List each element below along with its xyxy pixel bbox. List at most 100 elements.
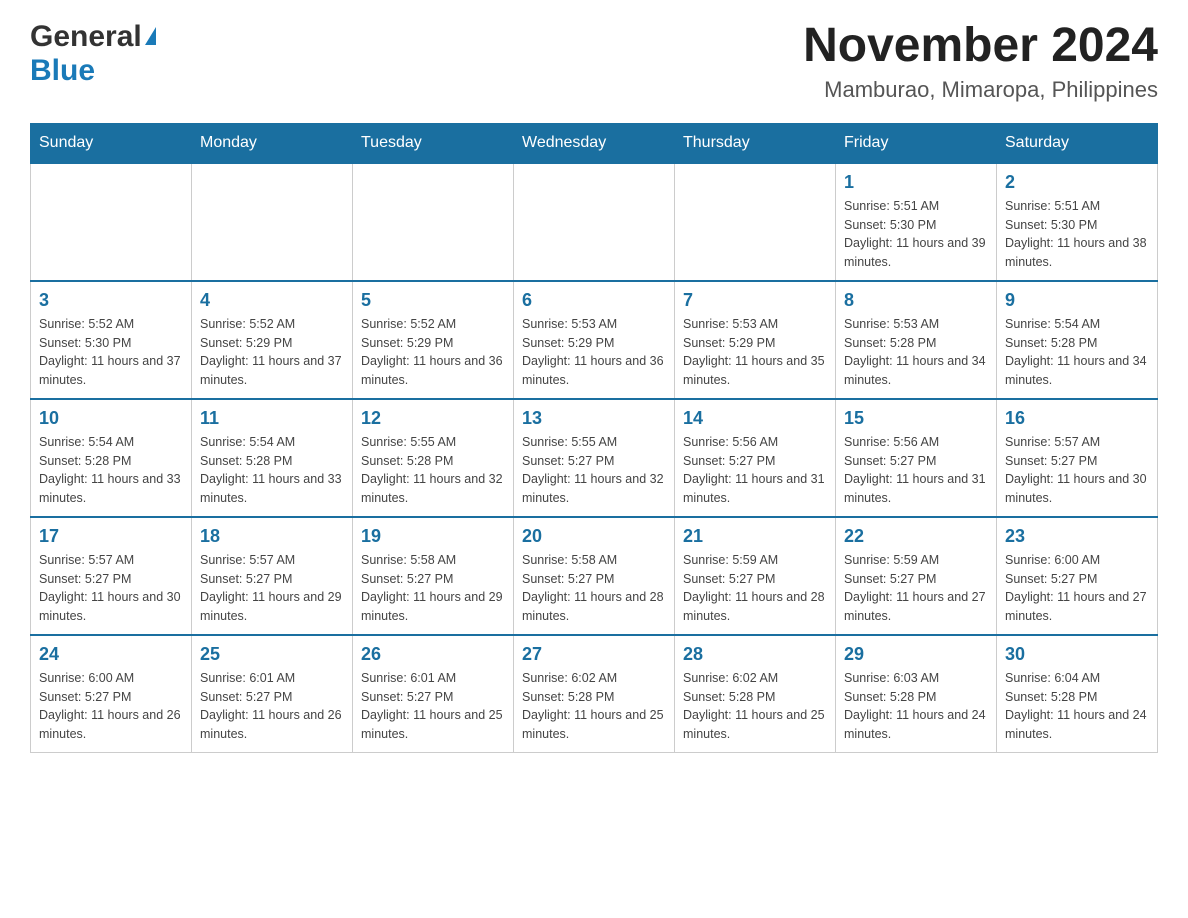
day-info: Sunrise: 5:51 AMSunset: 5:30 PMDaylight:… <box>844 197 988 272</box>
day-info: Sunrise: 5:54 AMSunset: 5:28 PMDaylight:… <box>200 433 344 508</box>
table-row: 12Sunrise: 5:55 AMSunset: 5:28 PMDayligh… <box>353 399 514 517</box>
day-number: 11 <box>200 408 344 429</box>
day-info: Sunrise: 6:00 AMSunset: 5:27 PMDaylight:… <box>1005 551 1149 626</box>
table-row: 28Sunrise: 6:02 AMSunset: 5:28 PMDayligh… <box>675 635 836 753</box>
day-info: Sunrise: 5:55 AMSunset: 5:27 PMDaylight:… <box>522 433 666 508</box>
table-row: 26 Sunrise: 6:01 AMSunset: 5:27 PMDayligh… <box>353 635 514 753</box>
day-info: Sunrise: 5:57 AMSunset: 5:27 PMDaylight:… <box>39 551 183 626</box>
table-row: 15Sunrise: 5:56 AMSunset: 5:27 PMDayligh… <box>836 399 997 517</box>
header-tuesday: Tuesday <box>353 123 514 163</box>
title-block: November 2024 Mamburao, Mimaropa, Philip… <box>803 20 1158 103</box>
table-row <box>353 163 514 281</box>
table-row: 14Sunrise: 5:56 AMSunset: 5:27 PMDayligh… <box>675 399 836 517</box>
page-header: General Blue November 2024 Mamburao, Mim… <box>30 20 1158 103</box>
day-info: Sunrise: 5:53 AMSunset: 5:29 PMDaylight:… <box>522 315 666 390</box>
table-row <box>675 163 836 281</box>
day-info: Sunrise: 6:02 AMSunset: 5:28 PMDaylight:… <box>683 669 827 744</box>
table-row: 13Sunrise: 5:55 AMSunset: 5:27 PMDayligh… <box>514 399 675 517</box>
logo-triangle-icon <box>145 27 156 45</box>
table-row: 2 Sunrise: 5:51 AMSunset: 5:30 PMDaylight… <box>997 163 1158 281</box>
logo: General Blue <box>30 20 156 88</box>
day-info: Sunrise: 5:52 AMSunset: 5:30 PMDaylight:… <box>39 315 183 390</box>
week-row-4: 17 Sunrise: 5:57 AMSunset: 5:27 PMDayligh… <box>31 517 1158 635</box>
week-row-2: 3 Sunrise: 5:52 AMSunset: 5:30 PMDaylight… <box>31 281 1158 399</box>
week-row-3: 10 Sunrise: 5:54 AMSunset: 5:28 PMDayligh… <box>31 399 1158 517</box>
day-number: 5 <box>361 290 505 311</box>
table-row: 8 Sunrise: 5:53 AMSunset: 5:28 PMDaylight… <box>836 281 997 399</box>
logo-general-text: General <box>30 20 142 54</box>
day-info: Sunrise: 5:53 AMSunset: 5:28 PMDaylight:… <box>844 315 988 390</box>
day-number: 4 <box>200 290 344 311</box>
day-number: 3 <box>39 290 183 311</box>
day-info: Sunrise: 5:54 AMSunset: 5:28 PMDaylight:… <box>1005 315 1149 390</box>
day-number: 26 <box>361 644 505 665</box>
day-info: Sunrise: 5:51 AMSunset: 5:30 PMDaylight:… <box>1005 197 1149 272</box>
table-row: 1 Sunrise: 5:51 AMSunset: 5:30 PMDaylight… <box>836 163 997 281</box>
table-row: 4 Sunrise: 5:52 AMSunset: 5:29 PMDaylight… <box>192 281 353 399</box>
table-row: 20Sunrise: 5:58 AMSunset: 5:27 PMDayligh… <box>514 517 675 635</box>
table-row: 22 Sunrise: 5:59 AMSunset: 5:27 PMDayligh… <box>836 517 997 635</box>
table-row: 9 Sunrise: 5:54 AMSunset: 5:28 PMDaylight… <box>997 281 1158 399</box>
table-row: 18 Sunrise: 5:57 AMSunset: 5:27 PMDayligh… <box>192 517 353 635</box>
table-row: 29 Sunrise: 6:03 AMSunset: 5:28 PMDayligh… <box>836 635 997 753</box>
table-row <box>192 163 353 281</box>
week-row-5: 24 Sunrise: 6:00 AMSunset: 5:27 PMDayligh… <box>31 635 1158 753</box>
day-number: 6 <box>522 290 666 311</box>
table-row: 24 Sunrise: 6:00 AMSunset: 5:27 PMDayligh… <box>31 635 192 753</box>
table-row: 11 Sunrise: 5:54 AMSunset: 5:28 PMDayligh… <box>192 399 353 517</box>
day-info: Sunrise: 5:57 AMSunset: 5:27 PMDaylight:… <box>1005 433 1149 508</box>
day-number: 7 <box>683 290 827 311</box>
day-info: Sunrise: 5:53 AMSunset: 5:29 PMDaylight:… <box>683 315 827 390</box>
table-row: 17 Sunrise: 5:57 AMSunset: 5:27 PMDayligh… <box>31 517 192 635</box>
table-row: 16 Sunrise: 5:57 AMSunset: 5:27 PMDayligh… <box>997 399 1158 517</box>
header-saturday: Saturday <box>997 123 1158 163</box>
day-info: Sunrise: 5:52 AMSunset: 5:29 PMDaylight:… <box>200 315 344 390</box>
day-number: 9 <box>1005 290 1149 311</box>
day-number: 16 <box>1005 408 1149 429</box>
day-number: 18 <box>200 526 344 547</box>
table-row: 5Sunrise: 5:52 AMSunset: 5:29 PMDaylight… <box>353 281 514 399</box>
day-info: Sunrise: 5:57 AMSunset: 5:27 PMDaylight:… <box>200 551 344 626</box>
day-info: Sunrise: 5:59 AMSunset: 5:27 PMDaylight:… <box>844 551 988 626</box>
table-row: 19 Sunrise: 5:58 AMSunset: 5:27 PMDayligh… <box>353 517 514 635</box>
header-thursday: Thursday <box>675 123 836 163</box>
day-number: 30 <box>1005 644 1149 665</box>
day-info: Sunrise: 5:54 AMSunset: 5:28 PMDaylight:… <box>39 433 183 508</box>
table-row: 23 Sunrise: 6:00 AMSunset: 5:27 PMDayligh… <box>997 517 1158 635</box>
day-number: 22 <box>844 526 988 547</box>
logo-blue-text: Blue <box>30 54 95 87</box>
day-number: 27 <box>522 644 666 665</box>
day-number: 15 <box>844 408 988 429</box>
week-row-1: 1 Sunrise: 5:51 AMSunset: 5:30 PMDaylight… <box>31 163 1158 281</box>
day-info: Sunrise: 6:01 AMSunset: 5:27 PMDaylight:… <box>361 669 505 744</box>
day-number: 14 <box>683 408 827 429</box>
table-row: 3 Sunrise: 5:52 AMSunset: 5:30 PMDaylight… <box>31 281 192 399</box>
day-info: Sunrise: 6:04 AMSunset: 5:28 PMDaylight:… <box>1005 669 1149 744</box>
table-row: 25Sunrise: 6:01 AMSunset: 5:27 PMDayligh… <box>192 635 353 753</box>
day-number: 25 <box>200 644 344 665</box>
calendar-title: November 2024 <box>803 20 1158 73</box>
calendar-subtitle: Mamburao, Mimaropa, Philippines <box>803 77 1158 103</box>
day-number: 2 <box>1005 172 1149 193</box>
header-sunday: Sunday <box>31 123 192 163</box>
day-number: 1 <box>844 172 988 193</box>
day-info: Sunrise: 6:03 AMSunset: 5:28 PMDaylight:… <box>844 669 988 744</box>
day-info: Sunrise: 5:59 AMSunset: 5:27 PMDaylight:… <box>683 551 827 626</box>
table-row: 30 Sunrise: 6:04 AMSunset: 5:28 PMDayligh… <box>997 635 1158 753</box>
table-row: 6 Sunrise: 5:53 AMSunset: 5:29 PMDaylight… <box>514 281 675 399</box>
day-number: 20 <box>522 526 666 547</box>
day-number: 10 <box>39 408 183 429</box>
table-row: 10 Sunrise: 5:54 AMSunset: 5:28 PMDayligh… <box>31 399 192 517</box>
header-monday: Monday <box>192 123 353 163</box>
day-number: 8 <box>844 290 988 311</box>
day-number: 24 <box>39 644 183 665</box>
day-number: 17 <box>39 526 183 547</box>
day-info: Sunrise: 6:00 AMSunset: 5:27 PMDaylight:… <box>39 669 183 744</box>
table-row: 21 Sunrise: 5:59 AMSunset: 5:27 PMDayligh… <box>675 517 836 635</box>
day-number: 29 <box>844 644 988 665</box>
day-number: 21 <box>683 526 827 547</box>
header-friday: Friday <box>836 123 997 163</box>
day-number: 19 <box>361 526 505 547</box>
day-number: 23 <box>1005 526 1149 547</box>
day-info: Sunrise: 5:58 AMSunset: 5:27 PMDaylight:… <box>361 551 505 626</box>
